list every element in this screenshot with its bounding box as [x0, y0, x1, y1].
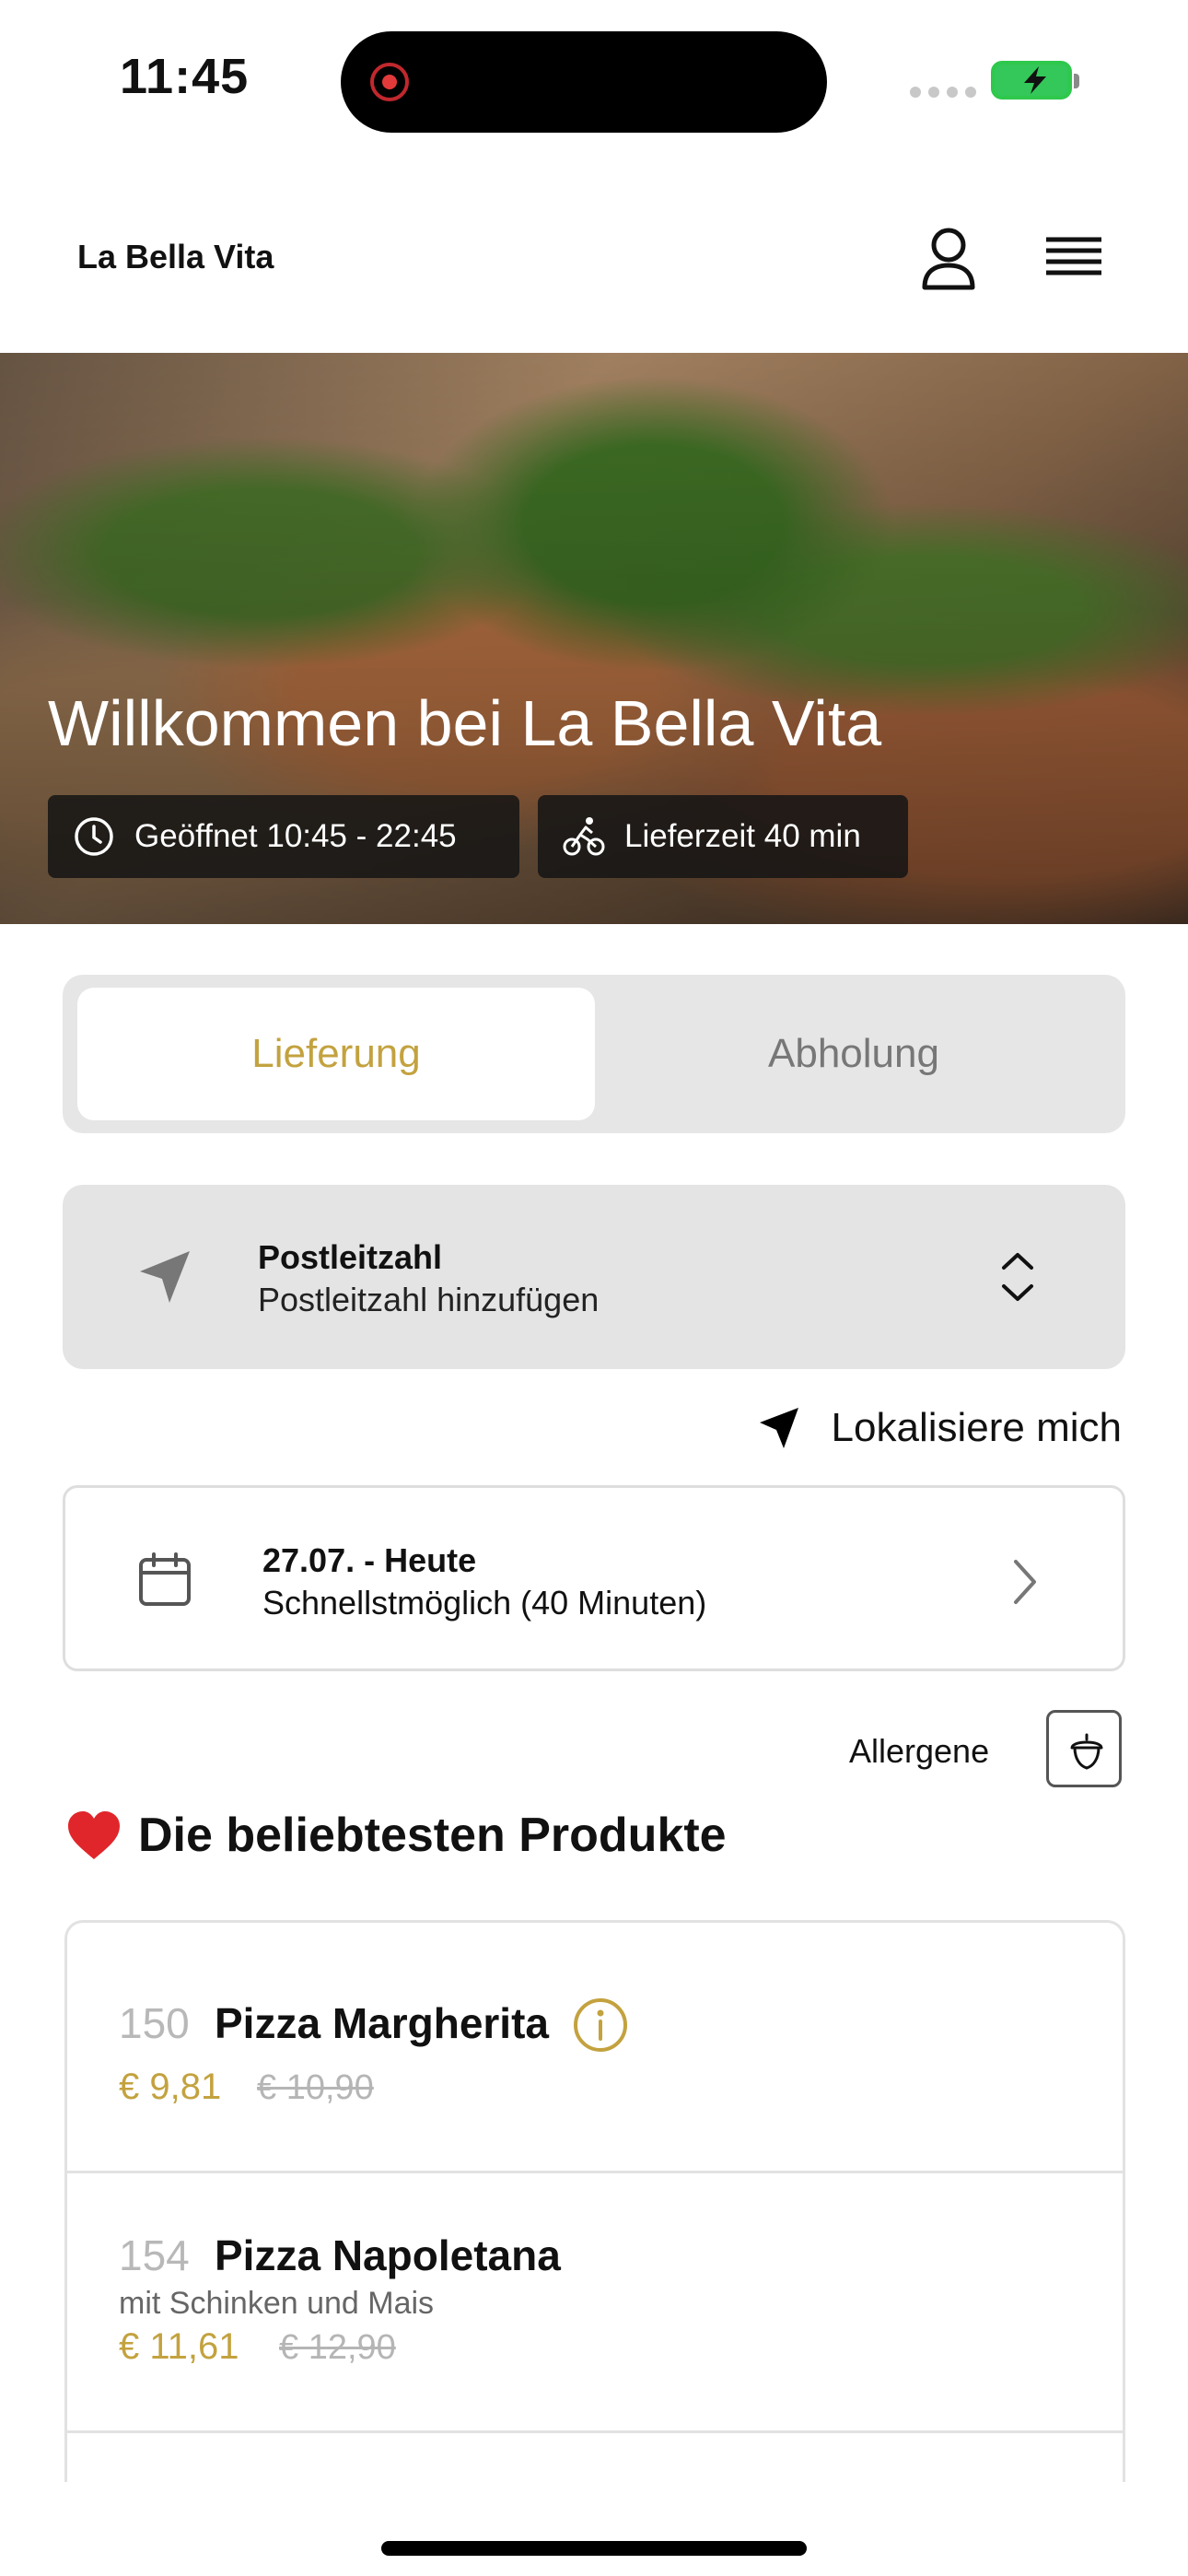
menu-button[interactable]	[1037, 223, 1111, 297]
product-number: 150	[119, 1999, 190, 2047]
chevron-up-down-icon	[1002, 1253, 1033, 1301]
user-icon	[922, 228, 975, 290]
delivery-date-selector[interactable]: 27.07. - Heute Schnellstmöglich (40 Minu…	[63, 1485, 1125, 1671]
product-number: 154	[119, 2231, 190, 2279]
postal-code-placeholder: Postleitzahl hinzufügen	[258, 1281, 600, 1318]
dynamic-island	[341, 31, 827, 133]
clock-icon	[75, 817, 113, 856]
product-item[interactable]: 154 Pizza Napoletana mit Schinken und Ma…	[67, 2173, 1123, 2433]
recording-icon	[370, 63, 409, 101]
menu-icon	[1046, 237, 1101, 275]
delivery-date-title: 27.07. - Heute	[262, 1541, 477, 1579]
order-mode-toggle: Lieferung Abholung	[63, 975, 1125, 1133]
delivery-time-badge: Lieferzeit 40 min	[538, 795, 908, 878]
signal-icon	[910, 87, 976, 98]
status-bar: 11:45	[0, 0, 1188, 166]
section-title-text: Die beliebtesten Produkte	[138, 1809, 727, 1862]
hero-banner: Willkommen bei La Bella Vita Geöffnet 10…	[0, 353, 1188, 924]
location-arrow-icon	[140, 1251, 190, 1303]
heart-icon	[68, 1811, 120, 1859]
hero-title: Willkommen bei La Bella Vita	[48, 687, 882, 759]
status-time: 11:45	[120, 49, 250, 104]
info-icon[interactable]	[572, 1996, 629, 2054]
allergens-label[interactable]: Allergene	[849, 1732, 989, 1771]
opening-hours-text: Geöffnet 10:45 - 22:45	[134, 818, 457, 854]
postal-code-selector[interactable]: Postleitzahl Postleitzahl hinzufügen	[63, 1185, 1125, 1369]
section-title: Die beliebtesten Produkte	[64, 1808, 727, 1863]
allergens-button[interactable]	[1046, 1710, 1122, 1787]
locate-me-button[interactable]: Lokalisiere mich	[756, 1400, 1122, 1456]
user-account-button[interactable]	[912, 221, 985, 295]
brand-name[interactable]: La Bella Vita	[77, 238, 274, 276]
product-name: Pizza Napoletana	[215, 2231, 561, 2279]
product-item[interactable]: 150 Pizza Margherita € 9,81 € 10,90	[67, 1923, 1123, 2173]
product-old-price: € 10,90	[257, 2068, 374, 2107]
delivery-time-text: Lieferzeit 40 min	[624, 818, 861, 854]
product-description: mit Schinken und Mais	[119, 2286, 435, 2321]
location-arrow-icon	[759, 1408, 798, 1448]
chevron-right-icon	[1014, 1560, 1036, 1604]
battery-icon	[991, 61, 1079, 100]
home-indicator[interactable]	[381, 2541, 807, 2556]
product-price: € 11,61	[119, 2326, 239, 2367]
opening-hours-badge: Geöffnet 10:45 - 22:45	[48, 795, 519, 878]
tab-delivery[interactable]: Lieferung	[77, 988, 595, 1120]
product-list: 150 Pizza Margherita € 9,81 € 10,90 154 …	[64, 1920, 1125, 2482]
bike-icon	[563, 817, 605, 856]
postal-code-label: Postleitzahl	[258, 1238, 443, 1276]
product-price: € 9,81	[119, 2067, 222, 2107]
app-header: La Bella Vita	[0, 166, 1188, 353]
delivery-date-subtitle: Schnellstmöglich (40 Minuten)	[262, 1584, 707, 1622]
acorn-icon	[1070, 1733, 1103, 1770]
locate-me-label: Lokalisiere mich	[831, 1405, 1122, 1450]
tab-pickup[interactable]: Abholung	[595, 988, 1112, 1120]
product-name: Pizza Margherita	[215, 1999, 549, 2047]
calendar-icon	[139, 1552, 191, 1606]
product-old-price: € 12,90	[279, 2328, 396, 2367]
